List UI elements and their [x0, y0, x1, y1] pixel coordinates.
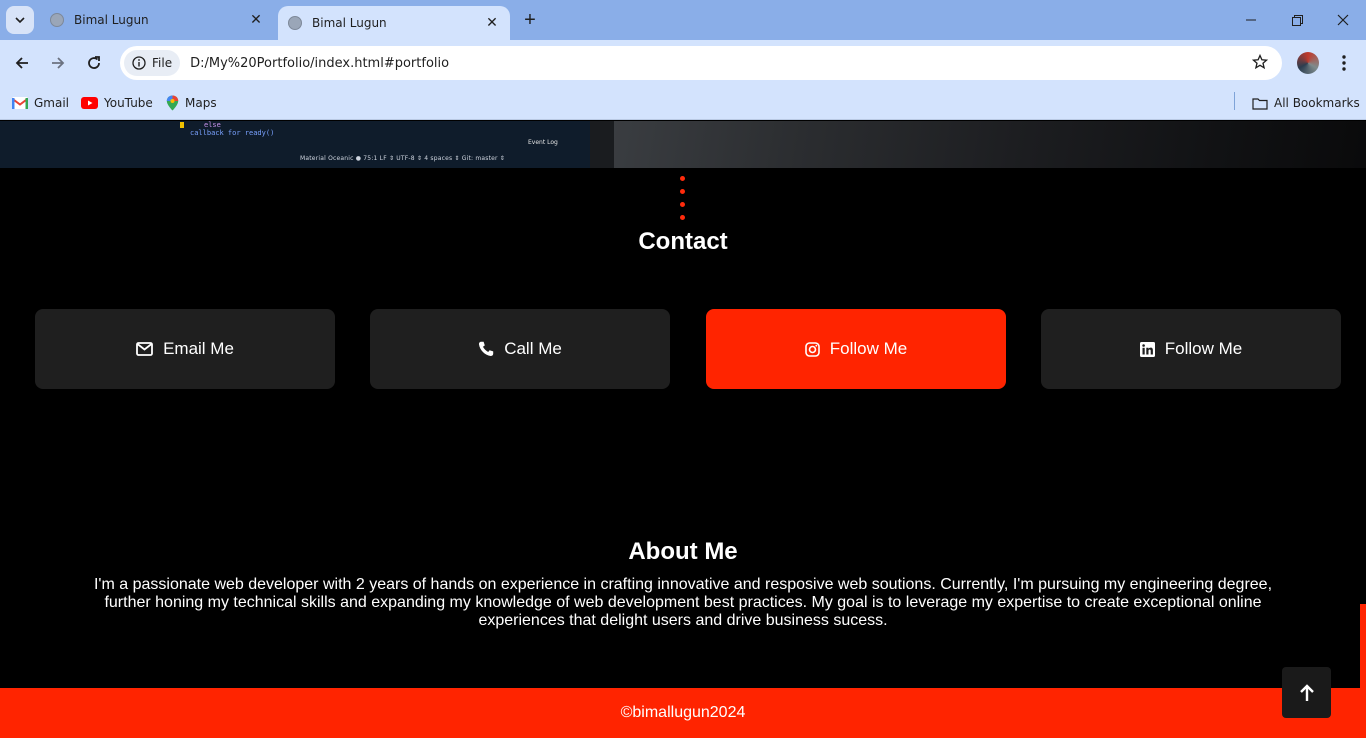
bookmark-star-button[interactable]: [1251, 53, 1269, 75]
instagram-icon: [804, 341, 820, 357]
bookmark-maps[interactable]: Maps: [166, 92, 217, 114]
back-button[interactable]: [6, 47, 38, 79]
folder-icon: [1252, 97, 1268, 110]
footer: ©bimallugun2024: [0, 688, 1366, 738]
hero-event-log: Event Log: [528, 139, 558, 146]
hero-monitor: else callback for ready() Event Log Mate…: [0, 121, 590, 168]
bookmark-label: YouTube: [104, 96, 153, 110]
tab-title: Bimal Lugun: [312, 16, 387, 30]
close-icon[interactable]: ✕: [246, 10, 266, 30]
globe-icon: [50, 13, 64, 27]
url-text[interactable]: D:/My%20Portfolio/index.html#portfolio: [190, 56, 449, 71]
minimize-icon: [1246, 19, 1256, 21]
profile-avatar[interactable]: [1297, 52, 1319, 74]
arrow-left-icon: [15, 57, 28, 69]
card-label: Follow Me: [1164, 339, 1243, 358]
forward-button[interactable]: [42, 47, 74, 79]
hero-cursor: [180, 122, 184, 128]
maps-icon: [166, 95, 179, 111]
email-me-button[interactable]: Email Me: [35, 309, 335, 389]
card-label: Call Me: [504, 339, 562, 358]
reload-icon: [88, 56, 100, 69]
contact-title: Contact: [638, 228, 728, 255]
divider-dot: [680, 202, 685, 207]
card-label: Email Me: [163, 339, 234, 358]
browser-toolbar: File D:/My%20Portfolio/index.html#portfo…: [0, 40, 1366, 86]
portfolio-page: else callback for ready() Event Log Mate…: [0, 121, 1366, 738]
linkedin-follow-button[interactable]: Follow Me: [1041, 309, 1341, 389]
reload-button[interactable]: [78, 47, 110, 79]
close-window-button[interactable]: [1320, 0, 1366, 40]
tab-strip: Bimal Lugun ✕ Bimal Lugun ✕ +: [0, 0, 1366, 40]
hero-code-line: callback for ready(): [190, 129, 275, 137]
youtube-icon: [81, 97, 98, 109]
minimize-button[interactable]: [1228, 0, 1274, 40]
card-label: Follow Me: [829, 339, 908, 358]
close-icon: [1337, 14, 1349, 26]
site-info-label: File: [152, 56, 173, 70]
tab-2[interactable]: Bimal Lugun ✕: [278, 6, 510, 40]
about-paragraph: I'm a passionate web developer with 2 ye…: [93, 576, 1273, 629]
tab-search-button[interactable]: [6, 6, 34, 34]
envelope-icon: [136, 342, 153, 356]
star-icon: [1251, 53, 1269, 70]
divider-dot: [680, 215, 685, 220]
divider-dot: [680, 189, 685, 194]
hero-image: else callback for ready() Event Log Mate…: [0, 121, 1366, 168]
scroll-to-top-button[interactable]: [1282, 667, 1331, 718]
section-divider-dots: [680, 176, 686, 228]
restore-button[interactable]: [1274, 0, 1320, 40]
globe-icon: [288, 16, 302, 30]
linkedin-icon: [1139, 341, 1155, 357]
site-info-chip[interactable]: File: [124, 50, 181, 76]
address-bar[interactable]: File D:/My%20Portfolio/index.html#portfo…: [120, 46, 1282, 80]
close-icon[interactable]: ✕: [482, 13, 502, 33]
info-icon: [132, 56, 146, 70]
copyright-text: ©bimallugun2024: [620, 704, 746, 721]
more-vertical-icon: [1342, 55, 1346, 71]
hero-status-bar: Material Oceanic ● 75:1 LF ⇕ UTF-8 ⇕ 4 s…: [300, 155, 506, 162]
divider-dot: [680, 176, 685, 181]
new-tab-button[interactable]: +: [518, 8, 542, 32]
bookmarks-divider: [1234, 92, 1235, 110]
hero-background: [614, 121, 1366, 168]
restore-icon: [1291, 14, 1303, 26]
all-bookmarks-button[interactable]: All Bookmarks: [1252, 92, 1360, 114]
call-me-button[interactable]: Call Me: [370, 309, 670, 389]
bookmark-label: Gmail: [34, 96, 70, 110]
bookmark-youtube[interactable]: YouTube: [81, 92, 153, 114]
hero-code-line: else: [204, 121, 221, 129]
tab-1[interactable]: Bimal Lugun ✕: [40, 0, 274, 40]
arrow-up-icon: [1299, 683, 1314, 701]
browser-menu-button[interactable]: [1334, 47, 1354, 79]
all-bookmarks-label: All Bookmarks: [1274, 96, 1360, 110]
gmail-icon: [12, 97, 28, 109]
chevron-down-icon: [15, 17, 25, 24]
hero-monitor-bezel: [590, 121, 614, 168]
phone-icon: [479, 341, 494, 357]
bookmark-label: Maps: [185, 96, 217, 110]
bookmark-gmail[interactable]: Gmail: [12, 92, 69, 114]
bookmarks-bar: Gmail YouTube Maps All Bookmarks: [0, 86, 1366, 120]
arrow-right-icon: [52, 57, 65, 69]
instagram-follow-button[interactable]: Follow Me: [706, 309, 1006, 389]
about-title: About Me: [628, 538, 738, 565]
tab-title: Bimal Lugun: [74, 13, 149, 27]
